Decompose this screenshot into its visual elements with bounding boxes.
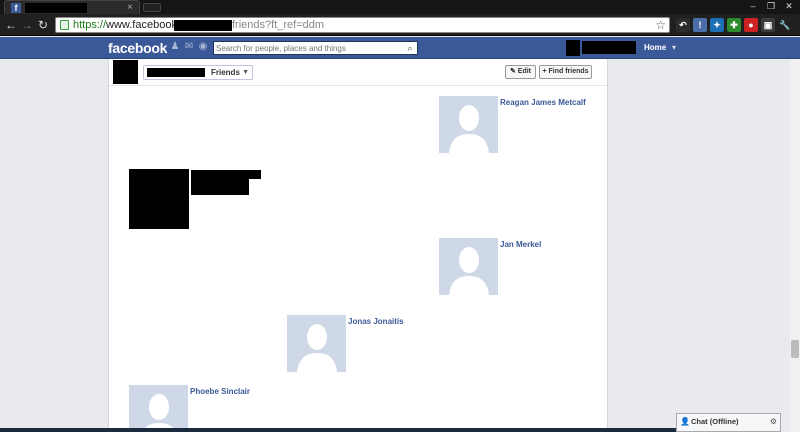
redacted-friend-photo[interactable]: [129, 169, 189, 229]
back-icon[interactable]: ←: [4, 17, 18, 33]
search-box[interactable]: ⌕: [213, 41, 418, 55]
friends-panel: Friends ▼ ✎ Edit + Find friends Reagan J…: [108, 59, 608, 432]
friend-name-link[interactable]: Jan Merkel: [500, 240, 541, 250]
facebook-logo[interactable]: facebook: [108, 40, 167, 56]
redacted-profile-thumbnail[interactable]: [113, 60, 138, 84]
forward-icon[interactable]: →: [20, 17, 34, 33]
messages-icon[interactable]: ✉: [184, 42, 194, 52]
ext-back-icon[interactable]: ↶: [676, 18, 690, 32]
browser-tab[interactable]: f ×: [4, 0, 140, 14]
reload-icon[interactable]: ↻: [36, 17, 50, 33]
friend-name-link[interactable]: Jonas Jonaitis: [348, 317, 404, 327]
search-icon[interactable]: ⌕: [404, 42, 416, 54]
bookmark-star-icon[interactable]: ☆: [655, 18, 666, 32]
page-scrollbar[interactable]: [790, 59, 800, 432]
friends-label: Friends: [211, 68, 240, 77]
url-path: friends?ft_ref=ddm: [232, 19, 325, 31]
secure-lock-icon: [60, 20, 69, 30]
ext-record-icon[interactable]: ●: [744, 18, 758, 32]
redacted-profile-name[interactable]: [582, 41, 636, 54]
friend-photo[interactable]: [129, 385, 188, 432]
tab-close-icon[interactable]: ×: [127, 1, 133, 14]
chat-status-label: Chat (Offline): [691, 417, 739, 426]
friends-header: Friends ▼ ✎ Edit + Find friends: [109, 59, 607, 86]
friend-name-link[interactable]: Phoebe Sinclair: [190, 387, 250, 397]
silhouette-icon: [129, 385, 188, 432]
redacted-tab-title: [25, 3, 87, 13]
silhouette-icon: [439, 238, 498, 295]
window-close-icon[interactable]: ✕: [780, 0, 798, 12]
new-tab-button[interactable]: [143, 3, 161, 12]
friend-photo[interactable]: [287, 315, 346, 372]
friend-photo[interactable]: [439, 96, 498, 153]
redacted-friend-name[interactable]: [191, 170, 261, 179]
silhouette-icon: [439, 96, 498, 153]
facebook-top-bar: facebook ♟ ✉ ◉ ⌕ Home ▾: [0, 37, 800, 59]
redacted-url-segment: [174, 20, 232, 31]
redacted-friend-name-2[interactable]: [191, 179, 249, 195]
scrollbar-thumb[interactable]: [791, 340, 799, 358]
notifications-icon[interactable]: ◉: [198, 42, 208, 52]
ext-info-icon[interactable]: !: [693, 18, 707, 32]
friend-requests-icon[interactable]: ♟: [170, 42, 180, 52]
home-link[interactable]: Home: [644, 42, 666, 54]
address-bar[interactable]: https://www.facebook.com/ friends?ft_ref…: [55, 17, 670, 33]
profile-avatar[interactable]: [566, 40, 580, 56]
os-taskbar: [0, 428, 676, 432]
redacted-owner-name: [147, 68, 205, 77]
friend-photo[interactable]: [439, 238, 498, 295]
find-friends-button[interactable]: + Find friends: [539, 65, 592, 79]
account-menu-chevron-down-icon[interactable]: ▾: [672, 42, 676, 54]
browser-tab-bar: f × – ❐ ✕: [0, 0, 800, 14]
edit-button[interactable]: ✎ Edit: [505, 65, 536, 79]
chat-tab[interactable]: 👤 Chat (Offline) ⚙: [676, 413, 781, 432]
minimize-icon[interactable]: –: [744, 0, 762, 12]
ext-wrench-icon[interactable]: 🔧: [778, 18, 792, 32]
facebook-favicon-icon: f: [11, 3, 21, 13]
search-input[interactable]: [216, 42, 402, 54]
silhouette-icon: [287, 315, 346, 372]
friends-list-selector[interactable]: Friends ▼: [143, 65, 253, 80]
ext-tool-icon[interactable]: ✦: [710, 18, 724, 32]
browser-toolbar: ← → ↻ https://www.facebook.com/ friends?…: [0, 14, 800, 36]
ext-page-icon[interactable]: ▣: [761, 18, 775, 32]
chat-person-icon: 👤: [680, 417, 690, 426]
gear-icon[interactable]: ⚙: [770, 417, 777, 427]
restore-icon[interactable]: ❐: [762, 0, 780, 12]
friend-name-link[interactable]: Reagan James Metcalf: [500, 98, 586, 108]
chevron-down-icon: ▼: [242, 69, 249, 76]
ext-puzzle-icon[interactable]: ✚: [727, 18, 741, 32]
